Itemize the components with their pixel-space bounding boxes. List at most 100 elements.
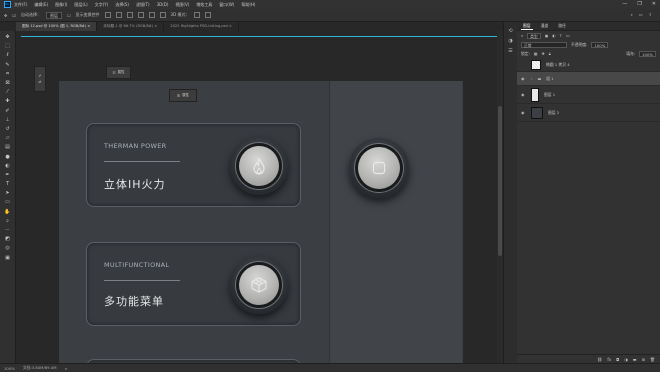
- menu-type[interactable]: 文字(Y): [95, 2, 109, 8]
- align-right-icon[interactable]: [126, 12, 133, 18]
- menu-select[interactable]: 选择(S): [115, 2, 129, 8]
- align-bottom-icon[interactable]: [159, 12, 166, 18]
- more-tools-icon[interactable]: ⋯: [3, 226, 12, 234]
- artboard-right[interactable]: [329, 81, 462, 363]
- transform-controls-checkbox[interactable]: ☐: [67, 13, 71, 18]
- stamp-tool-icon[interactable]: ⊥: [3, 116, 12, 124]
- eye-icon[interactable]: ◉: [521, 92, 526, 97]
- properties-panel-icon[interactable]: ☰: [508, 46, 514, 56]
- color-swatches-icon[interactable]: ◩: [3, 235, 12, 243]
- layer-row[interactable]: 椭圆 1 拷贝 4: [517, 58, 660, 72]
- menu-view[interactable]: 视图(V): [175, 2, 189, 8]
- menu-plugins[interactable]: 增效工具: [196, 2, 212, 8]
- link-icon[interactable]: ⛓: [597, 357, 602, 362]
- chevron-right-icon[interactable]: ›: [531, 76, 533, 81]
- screen-mode-icon[interactable]: ▣: [3, 254, 12, 262]
- rotate-3d-icon[interactable]: [194, 12, 201, 18]
- lock-all-icon[interactable]: 🔒︎: [549, 51, 551, 56]
- layer-filter-select[interactable]: 类型: [527, 32, 541, 39]
- healing-tool-icon[interactable]: ✚: [3, 97, 12, 105]
- brush-tool-icon[interactable]: ✐: [3, 107, 12, 115]
- menu-help[interactable]: 帮助(H): [241, 2, 255, 8]
- shape-tool-icon[interactable]: ▭: [3, 198, 12, 206]
- layer-name[interactable]: 组 1: [546, 76, 553, 82]
- history-panel-icon[interactable]: ⟲: [508, 26, 514, 36]
- lasso-tool-icon[interactable]: ℓ: [3, 51, 12, 59]
- eye-icon[interactable]: ◉: [521, 110, 526, 115]
- clone-source-icon[interactable]: ⇄: [39, 80, 42, 84]
- menu-layer[interactable]: 图层(L): [74, 2, 87, 8]
- opacity-input[interactable]: 100%: [591, 41, 609, 48]
- folder-icon[interactable]: ▬: [633, 357, 637, 362]
- menu-image[interactable]: 图像(I): [55, 2, 67, 8]
- pen-tool-icon[interactable]: ✒: [3, 171, 12, 179]
- menu-edit[interactable]: 编辑(E): [34, 2, 48, 8]
- filter-shape-icon[interactable]: ▭: [566, 33, 570, 38]
- filter-pixel-icon[interactable]: ▣: [545, 33, 549, 38]
- fill-input[interactable]: 100%: [639, 50, 656, 57]
- blur-tool-icon[interactable]: ●: [3, 152, 12, 160]
- tab-channels[interactable]: 通道: [539, 23, 551, 29]
- crop-tool-icon[interactable]: ⌗: [3, 70, 12, 78]
- eyedropper-tool-icon[interactable]: ⁄: [3, 88, 12, 96]
- type-tool-icon[interactable]: T: [3, 180, 12, 188]
- menu-filter[interactable]: 滤镜(T): [136, 2, 150, 8]
- gradient-tool-icon[interactable]: ▤: [3, 143, 12, 151]
- layer-name[interactable]: 椭圆 1 拷贝 4: [546, 62, 570, 68]
- scrollbar-thumb[interactable]: [498, 106, 502, 256]
- quick-mask-icon[interactable]: ◎: [3, 244, 12, 252]
- fx-icon[interactable]: fx: [607, 357, 611, 362]
- filter-adjust-icon[interactable]: ◐: [552, 33, 555, 38]
- new-layer-icon[interactable]: ⊞: [642, 357, 645, 362]
- tab-layers[interactable]: 图层: [521, 23, 533, 30]
- filter-type-icon[interactable]: T: [560, 33, 562, 38]
- maximize-button[interactable]: ❐: [637, 1, 641, 7]
- menu-3d[interactable]: 3D(D): [157, 2, 169, 7]
- feature-card-heat-power[interactable]: THERMAN POWER 立体IH火力: [86, 123, 301, 207]
- close-button[interactable]: ✕: [652, 1, 656, 7]
- eye-icon[interactable]: ◉: [521, 76, 526, 81]
- adjustments-panel-icon[interactable]: ◑: [508, 36, 514, 46]
- align-middle-icon[interactable]: [148, 12, 155, 18]
- zoom-tool-icon[interactable]: ⌕: [3, 217, 12, 225]
- hand-tool-icon[interactable]: ✋: [3, 208, 12, 216]
- target-select[interactable]: 图层: [45, 11, 62, 19]
- search-icon[interactable]: ⌕: [631, 12, 633, 17]
- share-icon[interactable]: ⇪: [649, 12, 652, 17]
- lock-pixels-icon[interactable]: ▦: [534, 51, 538, 56]
- frame-tool-icon[interactable]: ⊠: [3, 79, 12, 87]
- move-tool-icon[interactable]: ✥: [4, 13, 7, 18]
- canvas-area[interactable]: ✐ ⇄ ☷ 属性 ☰ 属性 THERMAN POWER 立体IH火力 MULTI…: [16, 31, 513, 363]
- mask-icon[interactable]: ◘: [616, 357, 619, 362]
- visibility-toggle-icon[interactable]: [521, 62, 526, 67]
- tab-document-3[interactable]: 2022 Highlights PSD-Listing.psd ×: [164, 22, 239, 31]
- menu-file[interactable]: 文件(F): [14, 2, 27, 8]
- tab-document-2[interactable]: 未标题-1 @ 66.7% (RGB/8#) ×: [97, 22, 165, 31]
- layer-row[interactable]: ◉ 图层 1: [517, 86, 660, 104]
- move-tool-icon[interactable]: ✥: [3, 33, 12, 41]
- adjust-icon[interactable]: ◑: [624, 357, 628, 362]
- auto-select-checkbox[interactable]: ☑: [12, 13, 16, 18]
- layer-row-selected[interactable]: ◉ › ▬ 组 1: [517, 72, 660, 86]
- align-left-icon[interactable]: [104, 12, 111, 18]
- quick-select-tool-icon[interactable]: ✎: [3, 61, 12, 69]
- tab-paths[interactable]: 路径: [556, 23, 568, 29]
- standby-knob-button[interactable]: [349, 138, 409, 198]
- menu-knob-button[interactable]: [230, 256, 288, 314]
- lock-position-icon[interactable]: ✥: [541, 51, 544, 56]
- power-knob-button[interactable]: [230, 137, 288, 195]
- blend-mode-select[interactable]: 正常: [521, 41, 567, 48]
- tab-document-1[interactable]: 图标 12.psd @ 100% (图 1, RGB/8#) ×: [16, 22, 98, 31]
- brush-preset-icon[interactable]: ✐: [39, 74, 42, 78]
- pan-3d-icon[interactable]: [205, 12, 212, 18]
- floating-tool-panel[interactable]: ✐ ⇄: [34, 66, 46, 92]
- layer-name[interactable]: 图层 2: [548, 110, 559, 116]
- minimize-button[interactable]: —: [622, 1, 627, 7]
- marquee-tool-icon[interactable]: ⬚: [3, 42, 12, 50]
- layer-row[interactable]: ◉ 图层 2: [517, 104, 660, 122]
- trash-icon[interactable]: 🗑︎: [650, 357, 655, 362]
- history-brush-tool-icon[interactable]: ↺: [3, 125, 12, 133]
- floating-properties-panel-1[interactable]: ☷ 属性: [106, 66, 131, 79]
- workspace-icon[interactable]: ▭: [639, 12, 643, 17]
- layer-name[interactable]: 图层 1: [544, 92, 555, 98]
